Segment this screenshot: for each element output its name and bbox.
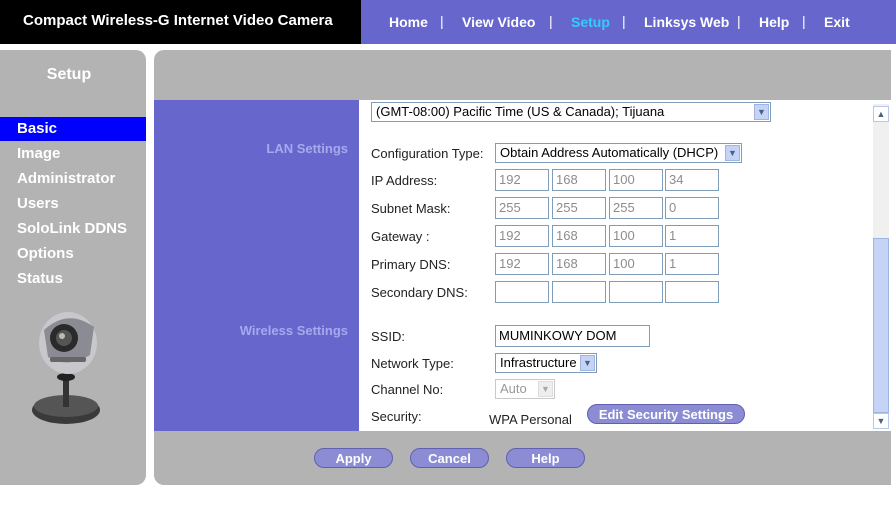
timezone-value: (GMT-08:00) Pacific Time (US & Canada); … xyxy=(376,104,665,119)
primary-dns-label: Primary DNS: xyxy=(371,257,451,272)
top-nav: Home | View Video | Setup | Linksys Web … xyxy=(361,0,896,44)
channel-label: Channel No: xyxy=(371,382,444,397)
gateway-octet-1[interactable]: 192 xyxy=(495,225,549,247)
dns2-octet-4[interactable] xyxy=(665,281,719,303)
ip-octet-3[interactable]: 100 xyxy=(609,169,663,191)
timezone-select[interactable]: (GMT-08:00) Pacific Time (US & Canada); … xyxy=(371,102,771,122)
config-type-label: Configuration Type: xyxy=(371,146,484,161)
nav-setup[interactable]: Setup xyxy=(571,14,610,30)
nav-separator: | xyxy=(622,13,626,29)
dns1-octet-1[interactable]: 192 xyxy=(495,253,549,275)
ssid-input[interactable]: MUMINKOWY DOM xyxy=(495,325,650,347)
network-type-value: Infrastructure xyxy=(500,355,577,370)
nav-home[interactable]: Home xyxy=(389,14,428,30)
sidebar-item-status[interactable]: Status xyxy=(0,267,146,291)
sidebar-item-sololink-ddns[interactable]: SoloLink DDNS xyxy=(0,217,146,241)
dns2-octet-1[interactable] xyxy=(495,281,549,303)
sidebar-item-administrator[interactable]: Administrator xyxy=(0,167,146,191)
nav-linksys-web[interactable]: Linksys Web xyxy=(644,14,729,30)
config-type-select[interactable]: Obtain Address Automatically (DHCP) ▼ xyxy=(495,143,742,163)
network-type-label: Network Type: xyxy=(371,356,454,371)
sidebar-title: Setup xyxy=(46,66,92,83)
ip-octet-2[interactable]: 168 xyxy=(552,169,606,191)
apply-button[interactable]: Apply xyxy=(314,448,393,468)
security-label: Security: xyxy=(371,409,422,424)
subnet-octet-4[interactable]: 0 xyxy=(665,197,719,219)
sidebar-item-basic[interactable]: Basic xyxy=(0,117,146,141)
config-type-value: Obtain Address Automatically (DHCP) xyxy=(500,145,719,160)
dns1-octet-2[interactable]: 168 xyxy=(552,253,606,275)
ip-octet-4[interactable]: 34 xyxy=(665,169,719,191)
ssid-label: SSID: xyxy=(371,329,405,344)
subnet-octet-3[interactable]: 255 xyxy=(609,197,663,219)
gateway-octet-3[interactable]: 100 xyxy=(609,225,663,247)
subnet-octet-1[interactable]: 255 xyxy=(495,197,549,219)
nav-separator: | xyxy=(802,13,806,29)
dns2-octet-3[interactable] xyxy=(609,281,663,303)
dns2-octet-2[interactable] xyxy=(552,281,606,303)
gateway-octet-2[interactable]: 168 xyxy=(552,225,606,247)
sidebar-item-options[interactable]: Options xyxy=(0,242,146,266)
lan-settings-label: LAN Settings xyxy=(266,141,348,156)
secondary-dns-label: Secondary DNS: xyxy=(371,285,468,300)
dns1-octet-3[interactable]: 100 xyxy=(609,253,663,275)
down-arrow-icon[interactable]: ▼ xyxy=(873,413,889,429)
nav-help[interactable]: Help xyxy=(759,14,789,30)
nav-view-video[interactable]: View Video xyxy=(462,14,535,30)
security-value: WPA Personal xyxy=(489,412,572,427)
subnet-octet-2[interactable]: 255 xyxy=(552,197,606,219)
chevron-down-icon: ▼ xyxy=(725,145,740,161)
nav-separator: | xyxy=(549,13,553,29)
up-arrow-icon[interactable]: ▲ xyxy=(873,106,889,122)
network-type-select[interactable]: Infrastructure ▼ xyxy=(495,353,597,373)
ip-octet-1[interactable]: 192 xyxy=(495,169,549,191)
subnet-mask-label: Subnet Mask: xyxy=(371,201,451,216)
gateway-label: Gateway : xyxy=(371,229,430,244)
cancel-button[interactable]: Cancel xyxy=(410,448,489,468)
dns1-octet-4[interactable]: 1 xyxy=(665,253,719,275)
edit-security-settings-button[interactable]: Edit Security Settings xyxy=(587,404,745,424)
help-button[interactable]: Help xyxy=(506,448,585,468)
nav-separator: | xyxy=(737,13,741,29)
app-title: Compact Wireless-G Internet Video Camera xyxy=(23,12,333,29)
camera-image xyxy=(32,312,100,424)
ip-address-label: IP Address: xyxy=(371,173,438,188)
gateway-octet-4[interactable]: 1 xyxy=(665,225,719,247)
chevron-down-icon: ▼ xyxy=(580,355,595,371)
wireless-settings-label: Wireless Settings xyxy=(239,323,348,338)
chevron-down-icon: ▼ xyxy=(538,381,553,397)
sidebar-item-users[interactable]: Users xyxy=(0,192,146,216)
channel-value: Auto xyxy=(500,381,527,396)
channel-select[interactable]: Auto ▼ xyxy=(495,379,555,399)
scrollbar-thumb[interactable] xyxy=(873,238,889,413)
chevron-down-icon: ▼ xyxy=(754,104,769,120)
nav-exit[interactable]: Exit xyxy=(824,14,850,30)
nav-separator: | xyxy=(440,13,444,29)
sidebar-item-image[interactable]: Image xyxy=(0,142,146,166)
